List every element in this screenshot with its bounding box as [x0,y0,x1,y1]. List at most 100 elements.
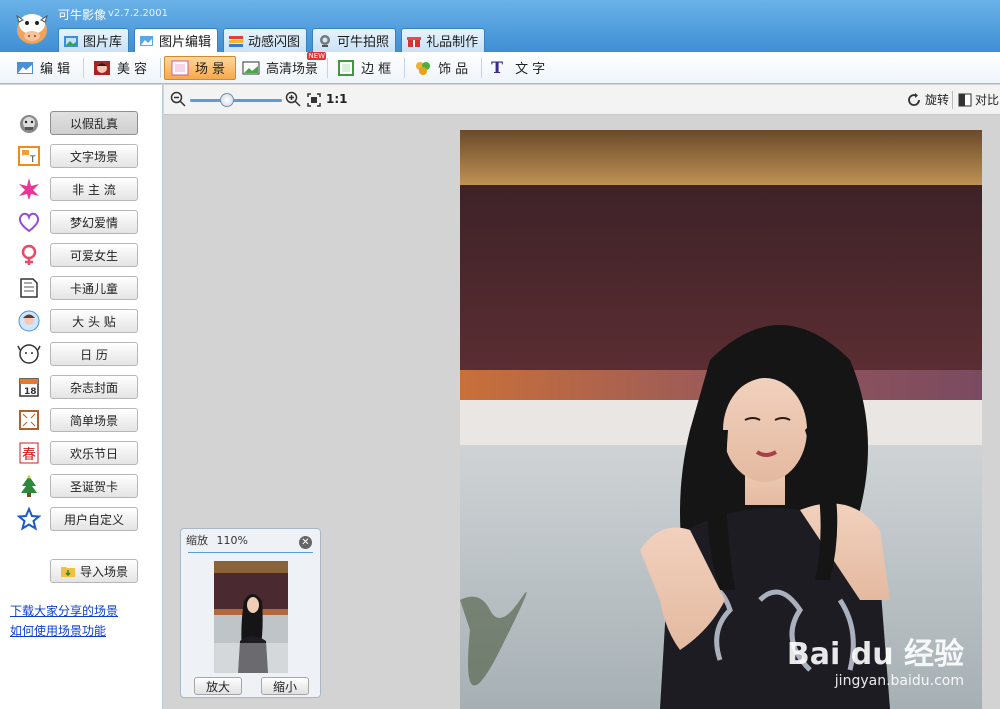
text-scene-icon: T [18,146,40,166]
calendar-icon: 18 [19,378,39,397]
new-badge: NEW [307,51,327,60]
import-scene-button[interactable]: 导入场景 [50,559,138,583]
category-row: 大 头 贴 [0,307,163,335]
watermark-brand: Bai du 经验 [786,637,964,672]
category-button-text-scene[interactable]: 文字场景 [50,144,138,168]
tab-flash-image[interactable]: 动感闪图 [223,28,308,52]
tool-edit[interactable]: 编辑 [10,56,80,80]
simple-frame-icon [19,410,39,430]
tool-scene[interactable]: 场景 [164,55,237,80]
category-row: 用户自定义 [0,505,163,533]
scene-category-sidebar: 以假乱真 T 文字场景 非 主 流 梦幻爱情 可爱女生 卡通儿童 大 头 贴 日… [0,85,163,709]
heart-icon [18,212,40,233]
photo-sticker-icon [18,310,40,332]
category-button-calendar[interactable]: 日 历 [50,342,138,366]
category-button-magazine-cover[interactable]: 杂志封面 [50,375,138,399]
zoom-slider-handle[interactable] [219,93,234,107]
category-row: 简单场景 [0,406,163,434]
svg-text:T: T [29,155,36,165]
text-icon: T [491,57,503,77]
close-icon[interactable]: ✕ [299,536,312,549]
zoom-in-button[interactable]: 放大 [194,677,242,695]
zoom-navigator-title: 缩放 110% [186,532,248,548]
book-icon [20,278,38,298]
compare-button[interactable]: 对比 [958,91,999,108]
category-button-non-mainstream[interactable]: 非 主 流 [50,177,138,201]
accessory-icon [416,61,431,75]
tab-label: 可牛拍照 [337,35,390,50]
tool-beauty[interactable]: 美容 [87,56,157,80]
tool-frame[interactable]: 边框 [331,56,401,80]
tool-label: 编辑 [40,62,75,77]
rotate-label: 旋转 [925,93,950,107]
navigator-thumbnail[interactable] [214,561,288,673]
tool-label: 美容 [117,62,152,77]
tab-image-edit[interactable]: 图片编辑 [134,28,219,52]
download-shared-scenes-link[interactable]: 下载大家分享的场景 [10,602,118,619]
edited-photo[interactable]: Bai du 经验 jingyan.baidu.com [460,130,982,709]
category-button-photo-sticker[interactable]: 大 头 贴 [50,309,138,333]
tool-label: 文字 [515,62,550,77]
app-title: 可牛影像 [58,8,107,22]
tool-accessory[interactable]: 饰品 [408,56,478,80]
how-to-use-scenes-link[interactable]: 如何使用场景功能 [10,622,106,639]
star-icon [17,507,41,531]
category-row: 非 主 流 [0,175,163,203]
category-row: 以假乱真 [0,109,163,137]
toolbar-divider [404,57,406,78]
zoom-out-icon[interactable] [170,91,186,107]
zoom-out-button[interactable]: 缩小 [261,677,309,695]
zoom-slider-track[interactable] [190,99,282,102]
baidu-watermark: Bai du 经验 jingyan.baidu.com [787,629,964,689]
category-button-realistic[interactable]: 以假乱真 [50,111,138,135]
category-row: 圣诞贺卡 [0,472,163,500]
tool-label: 饰品 [438,62,473,77]
flash-image-icon [229,35,244,47]
christmas-tree-icon [21,475,37,497]
zoom-title-text: 缩放 [186,534,208,547]
rotate-icon [908,92,920,106]
main-tabs: 图片库 图片编辑 动感闪图 可牛拍照 礼品制作 [58,28,486,52]
image-edit-icon [140,35,154,46]
tab-label: 图片编辑 [159,35,212,50]
tab-photo-library[interactable]: 图片库 [58,28,130,52]
zoom-in-icon[interactable] [285,91,301,107]
tool-hd-scene[interactable]: 高清场景 NEW [236,51,327,80]
category-button-user-defined[interactable]: 用户自定义 [50,507,138,531]
category-button-happy-holiday[interactable]: 欢乐节日 [50,441,138,465]
tool-label: 高清场景 [266,62,319,77]
actual-size-button[interactable]: 1:1 [326,92,348,106]
zoombar-divider [952,91,953,109]
category-button-christmas-card[interactable]: 圣诞贺卡 [50,474,138,498]
thumbnail-photo [214,561,288,673]
compare-icon [958,93,972,106]
frame-icon [338,59,355,76]
tab-webcam[interactable]: 可牛拍照 [312,28,397,52]
spring-festival-icon: 春 [19,442,39,464]
category-button-cartoon-kids[interactable]: 卡通儿童 [50,276,138,300]
tool-text[interactable]: T 文字 [485,56,555,80]
toolbar-divider [481,57,483,78]
app-version: v2.7.2.2001 [108,8,168,19]
svg-text:春: 春 [22,447,36,463]
svg-text:18: 18 [24,387,37,397]
cow-logo-icon [16,14,48,44]
category-button-cute-girl[interactable]: 可爱女生 [50,243,138,267]
fit-window-icon[interactable] [306,92,322,108]
gift-icon [407,36,422,47]
photo-library-icon [64,35,78,47]
zoom-navigator-panel: 缩放 110% ✕ 放大 缩小 [180,528,321,698]
tab-gift[interactable]: 礼品制作 [401,28,486,52]
compare-label: 对比 [975,93,1000,107]
panel-divider [188,552,313,553]
tool-label: 场景 [195,62,230,77]
edit-toolbar: 编辑 美容 场景 高清场景 NEW 边框 饰品 T 文字 [0,51,1000,84]
rotate-button[interactable]: 旋转 [906,91,949,108]
toolbar-divider [160,57,162,78]
category-button-simple-scene[interactable]: 简单场景 [50,408,138,432]
hd-scene-icon [242,61,260,74]
category-row: 梦幻爱情 [0,208,163,236]
category-button-dream-love[interactable]: 梦幻爱情 [50,210,138,234]
tab-label: 动感闪图 [248,35,301,50]
cow-face-icon [20,115,38,133]
